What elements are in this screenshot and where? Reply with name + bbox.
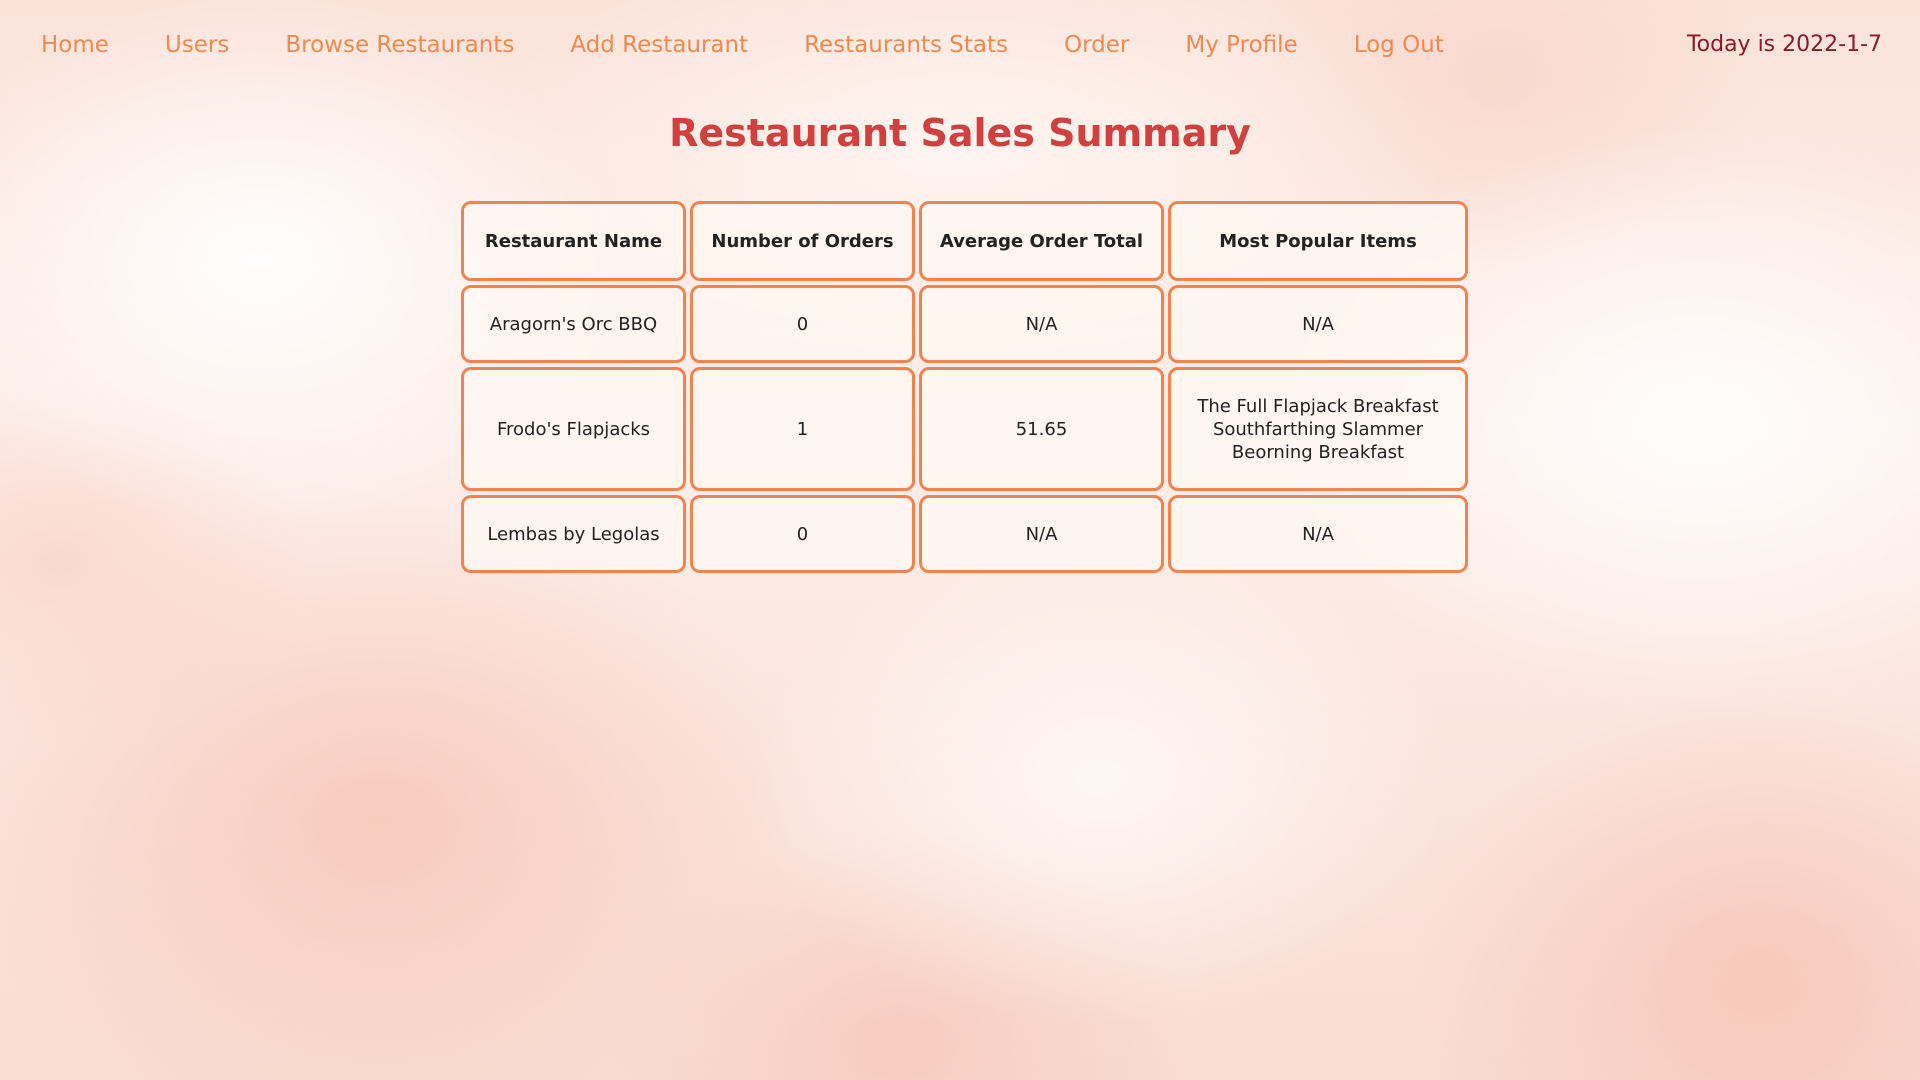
nav-link-my-profile[interactable]: My Profile — [1166, 28, 1297, 62]
popular-item: Beorning Breakfast — [1231, 441, 1405, 463]
header-number-of-orders: Number of Orders — [690, 201, 915, 281]
cell-restaurant-name: Lembas by Legolas — [461, 495, 686, 573]
cell-average-order-total: N/A — [919, 495, 1164, 573]
nav-link-browse-restaurants[interactable]: Browse Restaurants — [266, 28, 514, 62]
cell-most-popular-items: N/A — [1168, 285, 1468, 363]
cell-average-order-total: 51.65 — [919, 367, 1164, 491]
nav-link-order[interactable]: Order — [1045, 28, 1129, 62]
cell-number-of-orders: 0 — [690, 285, 915, 363]
cell-restaurant-name: Aragorn's Orc BBQ — [461, 285, 686, 363]
cell-most-popular-items: The Full Flapjack Breakfast Southfarthin… — [1168, 367, 1468, 491]
cell-restaurant-name: Frodo's Flapjacks — [461, 367, 686, 491]
nav-link-log-out[interactable]: Log Out — [1335, 28, 1444, 62]
cell-number-of-orders: 1 — [690, 367, 915, 491]
header-restaurant-name: Restaurant Name — [461, 201, 686, 281]
cell-number-of-orders: 0 — [690, 495, 915, 573]
nav-link-users[interactable]: Users — [146, 28, 229, 62]
nav-link-add-restaurant[interactable]: Add Restaurant — [551, 28, 748, 62]
cell-most-popular-items: N/A — [1168, 495, 1468, 573]
popular-item: N/A — [1302, 523, 1334, 545]
today-date: Today is 2022-1-7 — [1686, 32, 1882, 57]
table-header-row: Restaurant Name Number of Orders Average… — [461, 201, 1468, 281]
nav-links: Home Users Browse Restaurants Add Restau… — [22, 28, 1481, 62]
top-navbar: Home Users Browse Restaurants Add Restau… — [0, 0, 1920, 90]
table-row: Frodo's Flapjacks 1 51.65 The Full Flapj… — [461, 367, 1468, 491]
sales-summary-table: Restaurant Name Number of Orders Average… — [457, 197, 1472, 577]
cell-average-order-total: N/A — [919, 285, 1164, 363]
nav-link-restaurants-stats[interactable]: Restaurants Stats — [785, 28, 1008, 62]
table-row: Aragorn's Orc BBQ 0 N/A N/A — [461, 285, 1468, 363]
header-average-order-total: Average Order Total — [919, 201, 1164, 281]
nav-link-home[interactable]: Home — [22, 28, 109, 62]
header-most-popular-items: Most Popular Items — [1168, 201, 1468, 281]
page-title: Restaurant Sales Summary — [669, 111, 1251, 155]
table-row: Lembas by Legolas 0 N/A N/A — [461, 495, 1468, 573]
popular-item: The Full Flapjack Breakfast — [1197, 395, 1439, 417]
popular-item: Southfarthing Slammer — [1212, 418, 1424, 440]
popular-item: N/A — [1302, 313, 1334, 335]
